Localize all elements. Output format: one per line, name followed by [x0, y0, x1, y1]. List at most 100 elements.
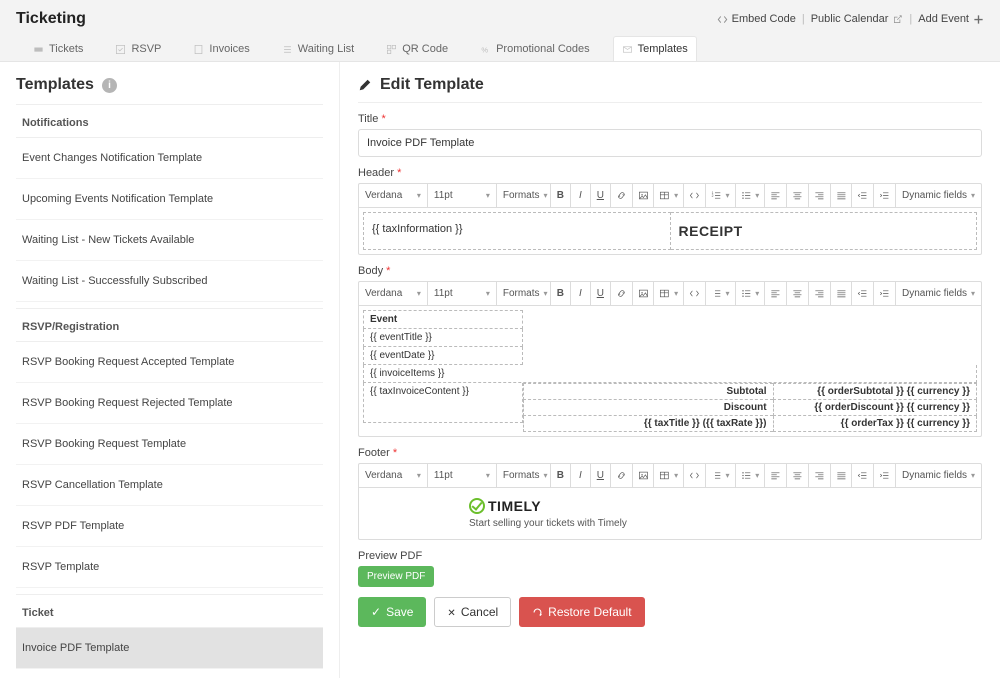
dynamic-fields-select[interactable]: Dynamic fields▾ — [896, 282, 981, 305]
indent-button[interactable] — [874, 282, 896, 305]
bold-button[interactable]: B — [551, 464, 571, 487]
sidebar-item[interactable]: RSVP Booking Request Template — [16, 424, 323, 465]
table-button[interactable]: ▾ — [654, 184, 684, 207]
align-justify-button[interactable] — [831, 184, 853, 207]
tabs: Tickets RSVP Invoices Waiting List QR Co… — [16, 36, 984, 61]
code-button[interactable] — [684, 464, 706, 487]
align-center-button[interactable] — [787, 464, 809, 487]
link-button[interactable] — [611, 184, 633, 207]
formats-select[interactable]: Formats▾ — [497, 184, 551, 207]
sidebar-item[interactable]: Waiting List - Successfully Subscribed — [16, 261, 323, 302]
code-button[interactable] — [684, 282, 706, 305]
table-icon — [659, 190, 670, 201]
align-right-button[interactable] — [809, 282, 831, 305]
italic-button[interactable]: I — [571, 464, 591, 487]
image-icon — [638, 190, 649, 201]
sidebar-item[interactable]: RSVP Booking Request Rejected Template — [16, 383, 323, 424]
indent-button[interactable] — [874, 464, 896, 487]
public-calendar-link[interactable]: Public Calendar — [811, 13, 904, 25]
pencil-icon — [358, 78, 372, 92]
numlist-button[interactable]: ▾ — [706, 282, 736, 305]
align-justify-button[interactable] — [831, 282, 853, 305]
embed-code-link[interactable]: Embed Code — [717, 13, 796, 25]
numlist-button[interactable]: 12▾ — [706, 184, 736, 207]
tab-waiting[interactable]: Waiting List — [273, 36, 363, 61]
image-button[interactable] — [633, 464, 655, 487]
tab-invoices[interactable]: Invoices — [184, 36, 258, 61]
align-justify-button[interactable] — [831, 464, 853, 487]
sidebar-item[interactable]: Ticket Cancellation Template — [16, 669, 323, 678]
formats-select[interactable]: Formats▾ — [497, 464, 551, 487]
save-button[interactable]: Save — [358, 597, 426, 627]
font-select[interactable]: Verdana▾ — [359, 282, 428, 305]
font-select[interactable]: Verdana▾ — [359, 464, 428, 487]
svg-text:%: % — [481, 45, 488, 54]
bullist-button[interactable]: ▾ — [736, 464, 766, 487]
italic-button[interactable]: I — [571, 282, 591, 305]
dynamic-fields-select[interactable]: Dynamic fields▾ — [896, 464, 981, 487]
outdent-button[interactable] — [852, 464, 874, 487]
footer-editor-body[interactable]: TIMELY Start selling your tickets with T… — [359, 488, 981, 539]
preview-pdf-button[interactable]: Preview PDF — [358, 566, 434, 587]
cancel-button[interactable]: Cancel — [434, 597, 511, 627]
header-editor-body[interactable]: {{ taxInformation }} RECEIPT — [359, 208, 981, 254]
link-button[interactable] — [611, 464, 633, 487]
align-right-button[interactable] — [809, 184, 831, 207]
tab-promo[interactable]: %Promotional Codes — [471, 36, 599, 61]
code-button[interactable] — [684, 184, 706, 207]
ticket-icon — [33, 44, 44, 55]
indent-button[interactable] — [874, 184, 896, 207]
outdent-button[interactable] — [852, 282, 874, 305]
header-editor: Verdana▾ 11pt▾ Formats▾ B I U ▾ 12▾ ▾ — [358, 183, 982, 255]
sidebar-item[interactable]: RSVP PDF Template — [16, 506, 323, 547]
sidebar-item-invoice-pdf[interactable]: Invoice PDF Template — [16, 628, 323, 669]
sidebar-item[interactable]: RSVP Booking Request Accepted Template — [16, 342, 323, 383]
table-button[interactable]: ▾ — [654, 282, 684, 305]
align-right-button[interactable] — [809, 464, 831, 487]
formats-select[interactable]: Formats▾ — [497, 282, 551, 305]
numlist-button[interactable]: ▾ — [706, 464, 736, 487]
sidebar-item[interactable]: RSVP Template — [16, 547, 323, 588]
fontsize-select[interactable]: 11pt▾ — [428, 282, 497, 305]
info-icon[interactable]: i — [102, 78, 117, 93]
sidebar-item[interactable]: Upcoming Events Notification Template — [16, 179, 323, 220]
indent-icon — [879, 190, 890, 201]
bullist-button[interactable]: ▾ — [736, 184, 766, 207]
sidebar-item[interactable]: Waiting List - New Tickets Available — [16, 220, 323, 261]
tab-rsvp[interactable]: RSVP — [106, 36, 170, 61]
underline-button[interactable]: U — [591, 464, 611, 487]
align-left-button[interactable] — [765, 184, 787, 207]
fontsize-select[interactable]: 11pt▾ — [428, 184, 497, 207]
font-select[interactable]: Verdana▾ — [359, 184, 428, 207]
tab-qr[interactable]: QR Code — [377, 36, 457, 61]
link-button[interactable] — [611, 282, 633, 305]
sidebar-item[interactable]: RSVP Cancellation Template — [16, 465, 323, 506]
sidebar-title: Templates — [16, 76, 94, 94]
align-left-button[interactable] — [765, 282, 787, 305]
tab-templates[interactable]: Templates — [613, 36, 697, 61]
align-left-icon — [770, 190, 781, 201]
italic-button[interactable]: I — [571, 184, 591, 207]
body-editor-body[interactable]: Event {{ eventTitle }} {{ eventDate }} {… — [359, 306, 981, 436]
align-center-button[interactable] — [787, 282, 809, 305]
image-button[interactable] — [633, 184, 655, 207]
bullist-button[interactable]: ▾ — [736, 282, 766, 305]
bold-button[interactable]: B — [551, 282, 571, 305]
title-input[interactable] — [358, 129, 982, 157]
add-event-link[interactable]: Add Event — [918, 13, 984, 25]
table-button[interactable]: ▾ — [654, 464, 684, 487]
restore-default-button[interactable]: Restore Default — [519, 597, 644, 627]
outdent-button[interactable] — [852, 184, 874, 207]
sidebar-item[interactable]: Event Changes Notification Template — [16, 138, 323, 179]
underline-button[interactable]: U — [591, 282, 611, 305]
tab-tickets[interactable]: Tickets — [24, 36, 92, 61]
dynamic-fields-select[interactable]: Dynamic fields▾ — [896, 184, 981, 207]
image-button[interactable] — [633, 282, 655, 305]
fontsize-select[interactable]: 11pt▾ — [428, 464, 497, 487]
align-center-button[interactable] — [787, 184, 809, 207]
editor-toolbar: Verdana▾ 11pt▾ Formats▾ B I U ▾ 12▾ ▾ — [359, 184, 981, 208]
align-left-button[interactable] — [765, 464, 787, 487]
group-rsvp: RSVP/Registration — [16, 308, 323, 342]
bold-button[interactable]: B — [551, 184, 571, 207]
underline-button[interactable]: U — [591, 184, 611, 207]
